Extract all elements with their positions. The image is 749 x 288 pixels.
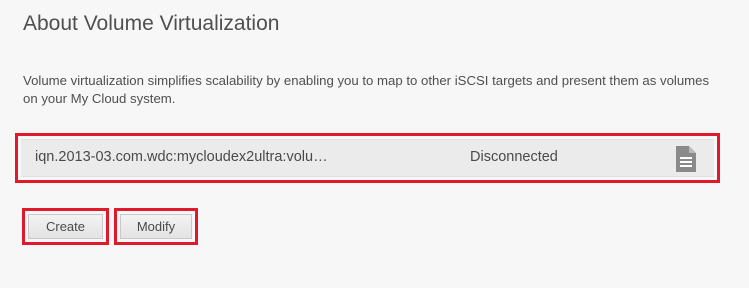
target-row[interactable]: iqn.2013-03.com.wdc:mycloudex2ultra:volu… xyxy=(21,139,714,177)
create-button[interactable]: Create xyxy=(28,214,103,239)
page-title: About Volume Virtualization xyxy=(23,12,280,35)
target-row-highlight: iqn.2013-03.com.wdc:mycloudex2ultra:volu… xyxy=(15,133,720,183)
document-icon[interactable] xyxy=(675,145,697,173)
target-name: iqn.2013-03.com.wdc:mycloudex2ultra:volu… xyxy=(35,149,328,165)
target-status: Disconnected xyxy=(470,149,558,165)
modify-button-highlight: Modify xyxy=(114,208,198,245)
modify-button[interactable]: Modify xyxy=(120,214,192,239)
page-description: Volume virtualization simplifies scalabi… xyxy=(23,73,710,106)
create-button-highlight: Create xyxy=(22,208,109,245)
